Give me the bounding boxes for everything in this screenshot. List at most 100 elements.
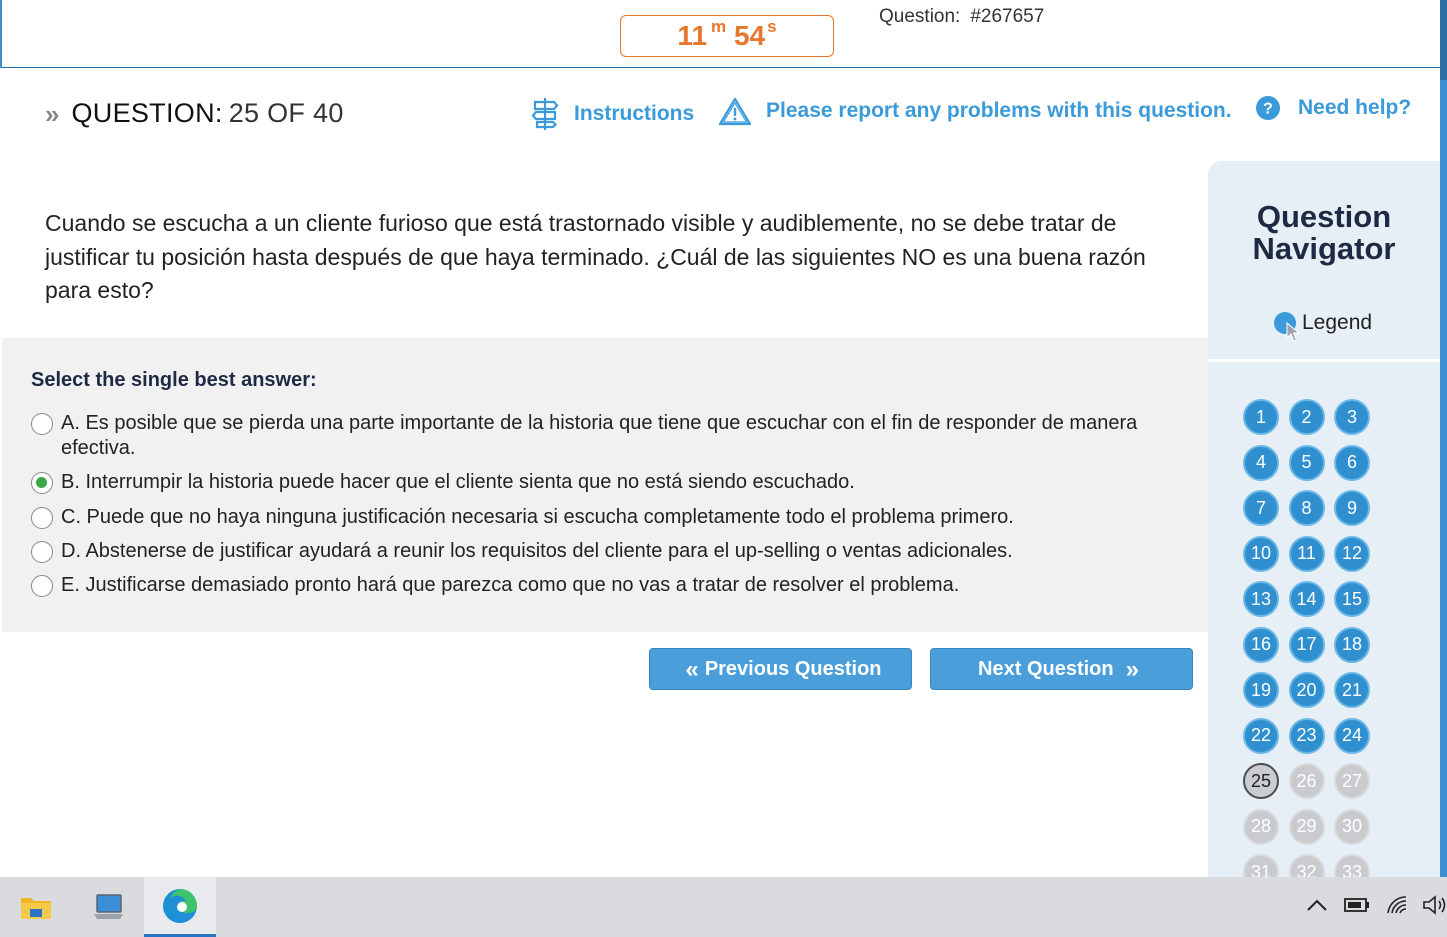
- volume-icon[interactable]: [1422, 894, 1447, 920]
- battery-icon[interactable]: [1344, 897, 1370, 918]
- next-question-label: Next Question: [978, 657, 1114, 680]
- report-problem-label: Please report any problems with this que…: [766, 99, 1232, 122]
- navigator-question-15[interactable]: 15: [1334, 581, 1370, 617]
- navigator-question-23[interactable]: 23: [1288, 717, 1325, 754]
- answer-option-b[interactable]: B. Interrumpir la historia puede hacer q…: [31, 470, 1141, 495]
- radio-button[interactable]: [31, 575, 53, 597]
- legend-button[interactable]: Legend: [1274, 311, 1373, 342]
- answer-option-c[interactable]: C. Puede que no haya ninguna justificaci…: [31, 505, 1141, 530]
- scrollbar-thumb[interactable]: [1440, 0, 1447, 80]
- radio-button[interactable]: [31, 413, 53, 435]
- signpost-icon: [530, 96, 560, 132]
- timer-seconds: 54: [733, 20, 766, 51]
- svg-text:?: ?: [1263, 101, 1273, 118]
- answer-prompt: Select the single best answer:: [31, 369, 317, 391]
- navigator-question-20[interactable]: 20: [1288, 672, 1325, 708]
- answer-option-e[interactable]: E. Justificarse demasiado pronto hará qu…: [31, 573, 1141, 598]
- this-pc-icon: [94, 894, 123, 919]
- timer-minutes-unit: m: [711, 17, 727, 36]
- question-number-grid: 1 2 3 4 5 6 7 8 9 10 11 12 13 14 15 16 17 18 19 20 21 22 23 24 2…: [1243, 399, 1383, 890]
- edge-icon: [163, 888, 197, 923]
- navigator-question-27[interactable]: 27: [1334, 763, 1370, 799]
- double-chevron-icon: »: [45, 98, 60, 129]
- system-tray: [1306, 877, 1447, 937]
- instructions-link[interactable]: Instructions: [530, 96, 694, 132]
- navigator-divider: [1208, 359, 1440, 362]
- timer-seconds-unit: s: [767, 17, 777, 36]
- navigator-question-1[interactable]: 1: [1243, 399, 1279, 435]
- cursor-icon: [1286, 322, 1300, 342]
- question-title: QUESTION: 25 OF 40: [71, 98, 343, 129]
- navigator-question-29[interactable]: 29: [1288, 808, 1325, 845]
- navigator-question-10[interactable]: 10: [1243, 535, 1279, 572]
- navigator-question-24[interactable]: 24: [1334, 717, 1370, 754]
- radio-button[interactable]: [31, 541, 53, 563]
- navigator-question-13[interactable]: 13: [1243, 581, 1279, 617]
- navigator-question-17[interactable]: 17: [1288, 626, 1325, 663]
- answer-option-text: E. Justificarse demasiado pronto hará qu…: [61, 574, 960, 596]
- file-explorer-icon: [21, 898, 51, 919]
- edge-browser-button[interactable]: [144, 877, 216, 937]
- report-problem-link[interactable]: Please report any problems with this que…: [718, 96, 1232, 126]
- navigator-question-25[interactable]: 25: [1243, 763, 1279, 799]
- question-label: QUESTION:: [71, 98, 223, 128]
- page-scrollbar[interactable]: [1440, 0, 1447, 877]
- navigator-question-22[interactable]: 22: [1243, 717, 1279, 754]
- navigator-question-19[interactable]: 19: [1243, 672, 1279, 708]
- navigator-question-3[interactable]: 3: [1334, 399, 1370, 435]
- answer-option-text: D. Abstenerse de justificar ayudará a re…: [61, 540, 1013, 562]
- previous-question-button[interactable]: «Previous Question: [649, 648, 912, 690]
- navigator-question-4[interactable]: 4: [1243, 444, 1279, 481]
- taskbar: [0, 877, 1447, 937]
- question-id: Question: #267657: [879, 6, 1044, 28]
- answer-option-text: B. Interrumpir la historia puede hacer q…: [61, 471, 855, 493]
- answer-option-a[interactable]: A. Es posible que se pierda una parte im…: [31, 411, 1141, 461]
- instructions-label: Instructions: [574, 102, 695, 125]
- navigator-question-28[interactable]: 28: [1243, 808, 1279, 845]
- answer-option-text: C. Puede que no haya ninguna justificaci…: [61, 506, 1014, 528]
- help-link[interactable]: ? Need help?: [1256, 96, 1411, 120]
- navigator-question-12[interactable]: 12: [1334, 535, 1370, 572]
- warning-icon: [718, 96, 752, 126]
- radio-button-selected[interactable]: [31, 472, 53, 494]
- question-id-value: #267657: [970, 6, 1045, 27]
- window-edge: [0, 0, 2, 68]
- double-chevron-right-icon: »: [1125, 656, 1139, 683]
- navigator-question-7[interactable]: 7: [1243, 490, 1279, 526]
- timer-minutes: 11: [677, 20, 708, 51]
- file-explorer-button[interactable]: [0, 877, 72, 937]
- navigator-question-11[interactable]: 11: [1288, 535, 1325, 572]
- navigator-title-line1: Question: [1256, 199, 1392, 234]
- help-label: Need help?: [1298, 96, 1412, 119]
- top-bar: 11 m 54 s Question: #267657: [0, 0, 1447, 68]
- app-window: 11 m 54 s Question: #267657 » QUESTION: 25 O…: [0, 0, 1447, 937]
- navigator-question-9[interactable]: 9: [1334, 490, 1370, 526]
- answer-option-text: A. Es posible que se pierda una parte im…: [61, 412, 1138, 459]
- legend-label: Legend: [1302, 311, 1373, 334]
- this-pc-button[interactable]: [72, 877, 144, 937]
- navigator-question-30[interactable]: 30: [1334, 808, 1370, 845]
- double-chevron-left-icon: «: [685, 656, 699, 683]
- navigator-question-16[interactable]: 16: [1243, 626, 1279, 663]
- chevron-up-icon[interactable]: [1306, 898, 1328, 917]
- answer-panel: Select the single best answer: A. Es pos…: [2, 338, 1208, 632]
- navigator-title: Question Navigator: [1208, 201, 1440, 265]
- question-text: Cuando se escucha a un cliente furioso q…: [45, 210, 1146, 303]
- navigator-question-6[interactable]: 6: [1334, 444, 1370, 481]
- navigator-question-2[interactable]: 2: [1288, 399, 1325, 435]
- next-question-button[interactable]: Next Question »: [930, 648, 1193, 690]
- question-header: » QUESTION: 25 OF 40: [45, 98, 344, 129]
- navigator-question-21[interactable]: 21: [1334, 672, 1370, 708]
- navigator-question-14[interactable]: 14: [1288, 581, 1325, 617]
- answer-option-d[interactable]: D. Abstenerse de justificar ayudará a re…: [31, 539, 1141, 564]
- navigator-question-18[interactable]: 18: [1334, 626, 1370, 663]
- question-navigator: Question Navigator Legend 1 2 3 4 5 6 7 8 9 10 11 1…: [1208, 161, 1440, 890]
- help-icon: ?: [1256, 96, 1280, 120]
- navigator-question-26[interactable]: 26: [1288, 763, 1325, 799]
- navigator-title-line2: Navigator: [1252, 231, 1396, 266]
- wifi-icon[interactable]: [1386, 895, 1410, 920]
- radio-button[interactable]: [31, 507, 53, 529]
- navigator-question-5[interactable]: 5: [1288, 444, 1325, 481]
- navigator-question-8[interactable]: 8: [1288, 490, 1325, 526]
- previous-question-label: Previous Question: [704, 657, 882, 680]
